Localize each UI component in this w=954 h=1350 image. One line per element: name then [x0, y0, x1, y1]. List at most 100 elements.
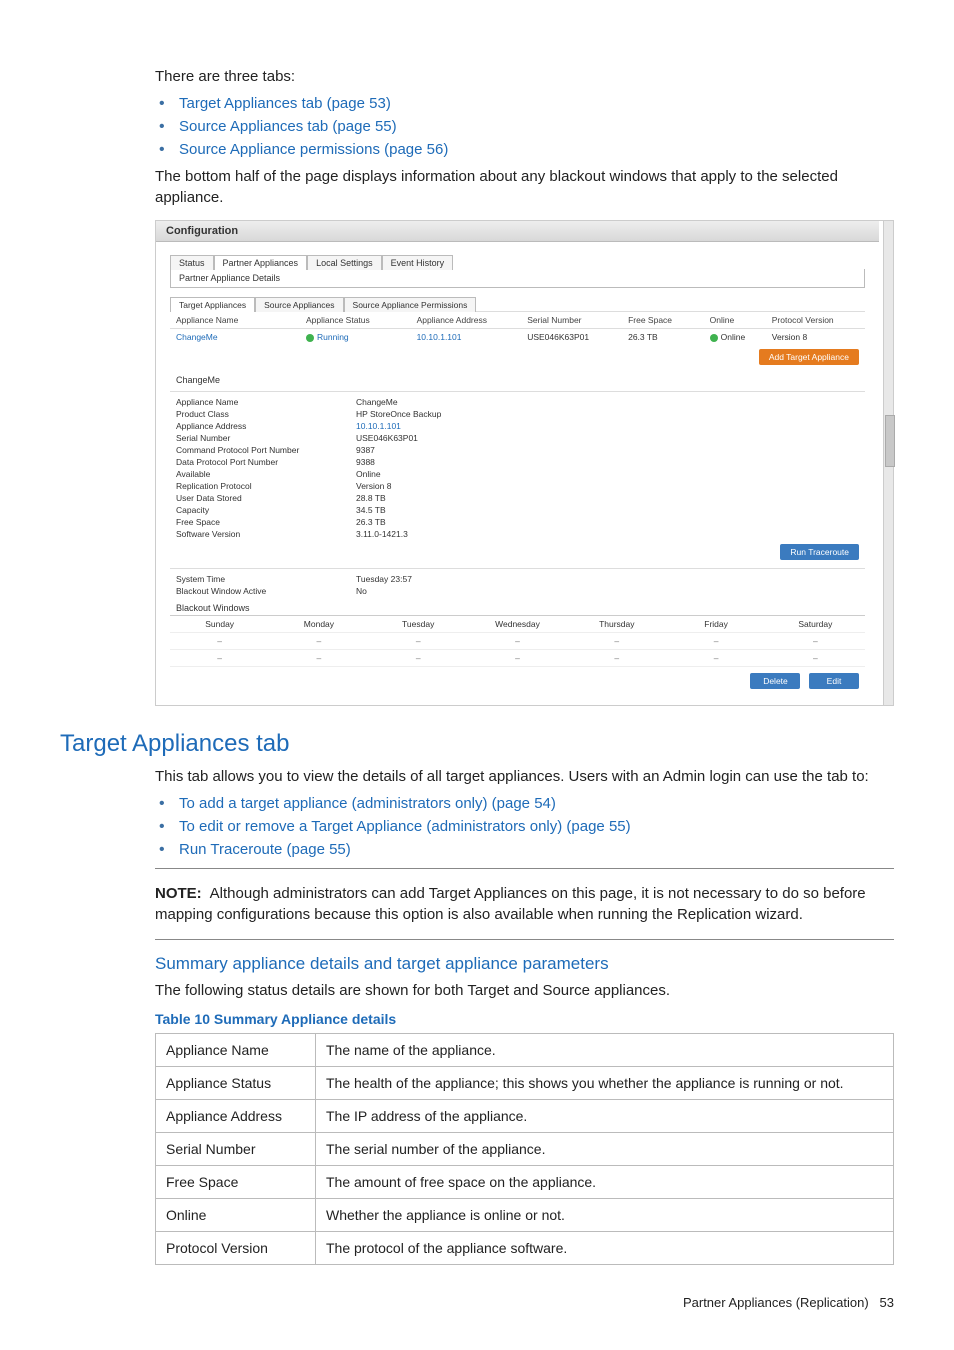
detail-row: Command Protocol Port Number9387 — [170, 444, 865, 456]
status-ok-icon — [306, 334, 314, 342]
tab-source-appliance-permissions[interactable]: Source Appliance Permissions — [344, 297, 477, 312]
col-protocol-version: Protocol Version — [772, 315, 859, 325]
col-appliance-address: Appliance Address — [417, 315, 524, 325]
detail-key: Available — [176, 469, 356, 479]
tab-source-appliances[interactable]: Source Appliances — [255, 297, 343, 312]
table-key: Protocol Version — [156, 1232, 316, 1265]
grid-row[interactable]: ChangeMe Running 10.10.1.101 USE046K63P0… — [170, 328, 865, 345]
table-key: Appliance Name — [156, 1034, 316, 1067]
table-row: Appliance NameThe name of the appliance. — [156, 1034, 894, 1067]
col-appliance-status: Appliance Status — [306, 315, 413, 325]
panel-label: Partner Appliance Details — [170, 269, 865, 288]
detail-row: Capacity34.5 TB — [170, 504, 865, 516]
cell-serial: USE046K63P01 — [527, 332, 624, 342]
link-add-target-appliance[interactable]: To add a target appliance (administrator… — [179, 795, 556, 812]
detail-key: Appliance Name — [176, 397, 356, 407]
add-target-appliance-button[interactable]: Add Target Appliance — [759, 349, 859, 365]
detail-value: Version 8 — [356, 481, 859, 491]
time-value: Tuesday 23:57 — [356, 574, 859, 584]
time-value: No — [356, 586, 859, 596]
subsection-para: The following status details are shown f… — [155, 980, 894, 1001]
link-source-appliance-permissions[interactable]: Source Appliance permissions (page 56) — [179, 141, 448, 158]
time-row: System TimeTuesday 23:57 — [170, 573, 865, 585]
time-key: Blackout Window Active — [176, 586, 356, 596]
detail-row: AvailableOnline — [170, 468, 865, 480]
day-saturday: Saturday — [766, 619, 865, 629]
detail-row: Appliance NameChangeMe — [170, 396, 865, 408]
days-row-2: ––––––– — [170, 650, 865, 667]
table-key: Online — [156, 1199, 316, 1232]
detail-value: Online — [356, 469, 859, 479]
grid-header: Appliance Name Appliance Status Applianc… — [170, 311, 865, 328]
online-ok-icon — [710, 334, 718, 342]
tab-target-appliances[interactable]: Target Appliances — [170, 297, 255, 312]
table-key: Free Space — [156, 1166, 316, 1199]
detail-value: 34.5 TB — [356, 505, 859, 515]
note-block: NOTE:Although administrators can add Tar… — [155, 868, 894, 940]
table-row: Appliance StatusThe health of the applia… — [156, 1067, 894, 1100]
detail-row: Product ClassHP StoreOnce Backup — [170, 408, 865, 420]
table-value: The IP address of the appliance. — [316, 1100, 894, 1133]
table-value: The protocol of the appliance software. — [316, 1232, 894, 1265]
detail-row: Serial NumberUSE046K63P01 — [170, 432, 865, 444]
detail-key: Replication Protocol — [176, 481, 356, 491]
detail-value: 10.10.1.101 — [356, 421, 859, 431]
detail-key: Product Class — [176, 409, 356, 419]
link-source-appliances-tab[interactable]: Source Appliances tab (page 55) — [179, 118, 397, 135]
detail-value: 26.3 TB — [356, 517, 859, 527]
section-links: To add a target appliance (administrator… — [155, 795, 894, 858]
detail-value: 9387 — [356, 445, 859, 455]
blackout-windows-label: Blackout Windows — [170, 597, 865, 615]
table-key: Appliance Address — [156, 1100, 316, 1133]
window-title: Configuration — [156, 221, 879, 242]
day-wednesday: Wednesday — [468, 619, 567, 629]
table-key: Appliance Status — [156, 1067, 316, 1100]
col-free-space: Free Space — [628, 315, 706, 325]
delete-button[interactable]: Delete — [750, 673, 800, 689]
detail-key: Serial Number — [176, 433, 356, 443]
footer-page: 53 — [880, 1295, 894, 1310]
detail-key: Free Space — [176, 517, 356, 527]
table-row: Free SpaceThe amount of free space on th… — [156, 1166, 894, 1199]
table-key: Serial Number — [156, 1133, 316, 1166]
detail-key: Appliance Address — [176, 421, 356, 431]
cell-protocol: Version 8 — [772, 332, 859, 342]
footer-text: Partner Appliances (Replication) — [683, 1295, 869, 1310]
link-target-appliances-tab[interactable]: Target Appliances tab (page 53) — [179, 95, 391, 112]
table-value: Whether the appliance is online or not. — [316, 1199, 894, 1232]
intro-tabs-sentence: There are three tabs: — [155, 66, 894, 87]
detail-key: User Data Stored — [176, 493, 356, 503]
intro-tabs-list: Target Appliances tab (page 53) Source A… — [155, 95, 894, 158]
cell-online: Online — [710, 332, 768, 342]
link-edit-remove-target-appliance[interactable]: To edit or remove a Target Appliance (ad… — [179, 818, 631, 835]
intro-bottom-para: The bottom half of the page displays inf… — [155, 166, 894, 208]
run-traceroute-button[interactable]: Run Traceroute — [780, 544, 859, 560]
detail-row: Appliance Address10.10.1.101 — [170, 420, 865, 432]
day-monday: Monday — [269, 619, 368, 629]
cell-free-space: 26.3 TB — [628, 332, 706, 342]
link-run-traceroute[interactable]: Run Traceroute (page 55) — [179, 841, 351, 858]
tab-local-settings[interactable]: Local Settings — [307, 255, 382, 270]
detail-row: User Data Stored28.8 TB — [170, 492, 865, 504]
detail-key: Data Protocol Port Number — [176, 457, 356, 467]
summary-table: Appliance NameThe name of the appliance.… — [155, 1033, 894, 1265]
table-value: The name of the appliance. — [316, 1034, 894, 1067]
detail-row: Replication ProtocolVersion 8 — [170, 480, 865, 492]
detail-row: Software Version3.11.0-1421.3 — [170, 528, 865, 540]
tab-partner-appliances[interactable]: Partner Appliances — [214, 255, 308, 270]
detail-row: Free Space26.3 TB — [170, 516, 865, 528]
edit-button[interactable]: Edit — [809, 673, 859, 689]
tab-status[interactable]: Status — [170, 255, 214, 270]
detail-row: Data Protocol Port Number9388 — [170, 456, 865, 468]
day-thursday: Thursday — [567, 619, 666, 629]
table-caption: Table 10 Summary Appliance details — [155, 1011, 894, 1027]
table-row: Appliance AddressThe IP address of the a… — [156, 1100, 894, 1133]
page-footer: Partner Appliances (Replication) 53 — [60, 1295, 894, 1310]
detail-key: Software Version — [176, 529, 356, 539]
note-text: Although administrators can add Target A… — [155, 885, 866, 923]
scrollbar[interactable] — [883, 221, 893, 705]
time-key: System Time — [176, 574, 356, 584]
table-value: The health of the appliance; this shows … — [316, 1067, 894, 1100]
tab-event-history[interactable]: Event History — [382, 255, 454, 270]
days-header: Sunday Monday Tuesday Wednesday Thursday… — [170, 615, 865, 633]
